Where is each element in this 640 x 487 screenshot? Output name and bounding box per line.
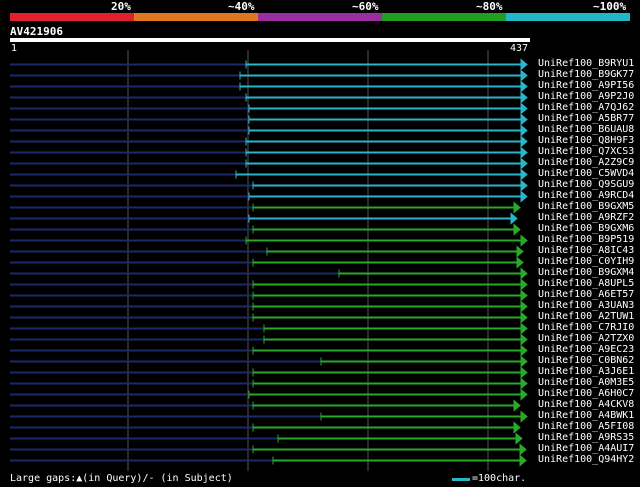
hit-label[interactable]: UniRef100_A2Z9C9 xyxy=(538,158,634,168)
alignment-arrow xyxy=(515,432,523,445)
alignment-arrow xyxy=(520,388,528,401)
alignment-arrow xyxy=(520,124,528,137)
legend-label: 20% xyxy=(111,0,131,13)
alignment-arrow xyxy=(520,234,528,247)
legend-label: ~80% xyxy=(476,0,503,13)
hit-label[interactable]: UniRef100_Q9SGU9 xyxy=(538,180,634,190)
alignment-arrow xyxy=(520,410,528,423)
alignment-arrow xyxy=(520,289,528,302)
hit-label[interactable]: UniRef100_B9GXM4 xyxy=(538,268,634,278)
legend-label: ~40% xyxy=(228,0,255,13)
hit-label[interactable]: UniRef100_C0BN62 xyxy=(538,356,634,366)
hit-label[interactable]: UniRef100_A2TUW1 xyxy=(538,312,634,322)
scale-bar xyxy=(452,478,470,481)
alignment-arrow xyxy=(520,69,528,82)
alignment-arrow xyxy=(520,113,528,126)
hit-label[interactable]: UniRef100_A9PI56 xyxy=(538,81,634,91)
alignment-arrow xyxy=(520,58,528,71)
alignment-arrow xyxy=(520,278,528,291)
alignment-arrow xyxy=(510,212,518,225)
hit-label[interactable]: UniRef100_B9P519 xyxy=(538,235,634,245)
hit-label[interactable]: UniRef100_Q8H9F3 xyxy=(538,136,634,146)
hit-label[interactable]: UniRef100_A5FI08 xyxy=(538,422,634,432)
hit-label[interactable]: UniRef100_A6H0C7 xyxy=(538,389,634,399)
alignment-arrow xyxy=(519,443,527,456)
alignment-arrow xyxy=(520,333,528,346)
hit-label[interactable]: UniRef100_B6UAU8 xyxy=(538,125,634,135)
hit-label[interactable]: UniRef100_C5WVD4 xyxy=(538,169,634,179)
hit-label[interactable]: UniRef100_A5BR77 xyxy=(538,114,634,124)
alignment-arrow xyxy=(520,311,528,324)
hit-label[interactable]: UniRef100_B9RYU1 xyxy=(538,59,634,69)
alignment-arrow xyxy=(520,157,528,170)
alignment-arrow xyxy=(516,245,524,258)
alignment-arrow xyxy=(520,168,528,181)
hit-label[interactable]: UniRef100_B9GXM6 xyxy=(538,224,634,234)
hit-label[interactable]: UniRef100_A4BWK1 xyxy=(538,411,634,421)
hit-label[interactable]: UniRef100_C0YIH9 xyxy=(538,257,634,267)
hit-label[interactable]: UniRef100_A8IC43 xyxy=(538,246,634,256)
hit-label[interactable]: UniRef100_A9RCD4 xyxy=(538,191,634,201)
alignment-arrow xyxy=(520,146,528,159)
alignment-arrow xyxy=(513,421,521,434)
hit-label[interactable]: UniRef100_A9RS35 xyxy=(538,433,634,443)
hit-label[interactable]: UniRef100_B9GXM5 xyxy=(538,202,634,212)
hit-label[interactable]: UniRef100_A3J6E1 xyxy=(538,367,634,377)
hit-label[interactable]: UniRef100_A9RZF2 xyxy=(538,213,634,223)
alignment-arrow xyxy=(513,223,521,236)
alignment-arrow xyxy=(520,179,528,192)
hit-label[interactable]: UniRef100_A7QJ62 xyxy=(538,103,634,113)
alignment-arrow xyxy=(520,102,528,115)
alignment-arrow xyxy=(513,201,521,214)
hit-label[interactable]: UniRef100_A4CKV8 xyxy=(538,400,634,410)
hit-label[interactable]: UniRef100_A0M3E5 xyxy=(538,378,634,388)
hit-label[interactable]: UniRef100_B9GK77 xyxy=(538,70,634,80)
hit-label[interactable]: UniRef100_Q7XCS3 xyxy=(538,147,634,157)
gap-legend: Large gaps:▲(in Query)/- (in Subject) xyxy=(10,473,233,484)
alignment-arrow xyxy=(520,355,528,368)
alignment-arrow xyxy=(516,256,524,269)
alignment-arrow xyxy=(520,135,528,148)
legend-label: ~60% xyxy=(352,0,379,13)
hit-label[interactable]: UniRef100_A3UAN3 xyxy=(538,301,634,311)
alignment-arrow xyxy=(520,300,528,313)
alignment-arrow xyxy=(520,190,528,203)
alignment-arrow xyxy=(519,454,527,467)
hit-label[interactable]: UniRef100_A9P2J0 xyxy=(538,92,634,102)
hit-label[interactable]: UniRef100_A2TZX0 xyxy=(538,334,634,344)
hit-label[interactable]: UniRef100_A4AUI7 xyxy=(538,444,634,454)
hit-label[interactable]: UniRef100_A6ET57 xyxy=(538,290,634,300)
hit-label[interactable]: UniRef100_A9EC23 xyxy=(538,345,634,355)
alignment-arrow xyxy=(520,366,528,379)
legend-label: ~100% xyxy=(593,0,627,13)
alignment-arrow xyxy=(520,91,528,104)
hit-label[interactable]: UniRef100_C7RJI0 xyxy=(538,323,634,333)
alignment-arrow xyxy=(513,399,521,412)
alignment-arrow xyxy=(520,80,528,93)
hit-label[interactable]: UniRef100_A8UPL5 xyxy=(538,279,634,289)
hit-label[interactable]: UniRef100_Q94HY2 xyxy=(538,455,634,465)
alignment-arrow xyxy=(520,322,528,335)
alignment-arrow xyxy=(520,267,528,280)
alignment-arrow xyxy=(520,344,528,357)
alignment-arrow xyxy=(520,377,528,390)
scale-label: =100char. xyxy=(472,473,527,484)
